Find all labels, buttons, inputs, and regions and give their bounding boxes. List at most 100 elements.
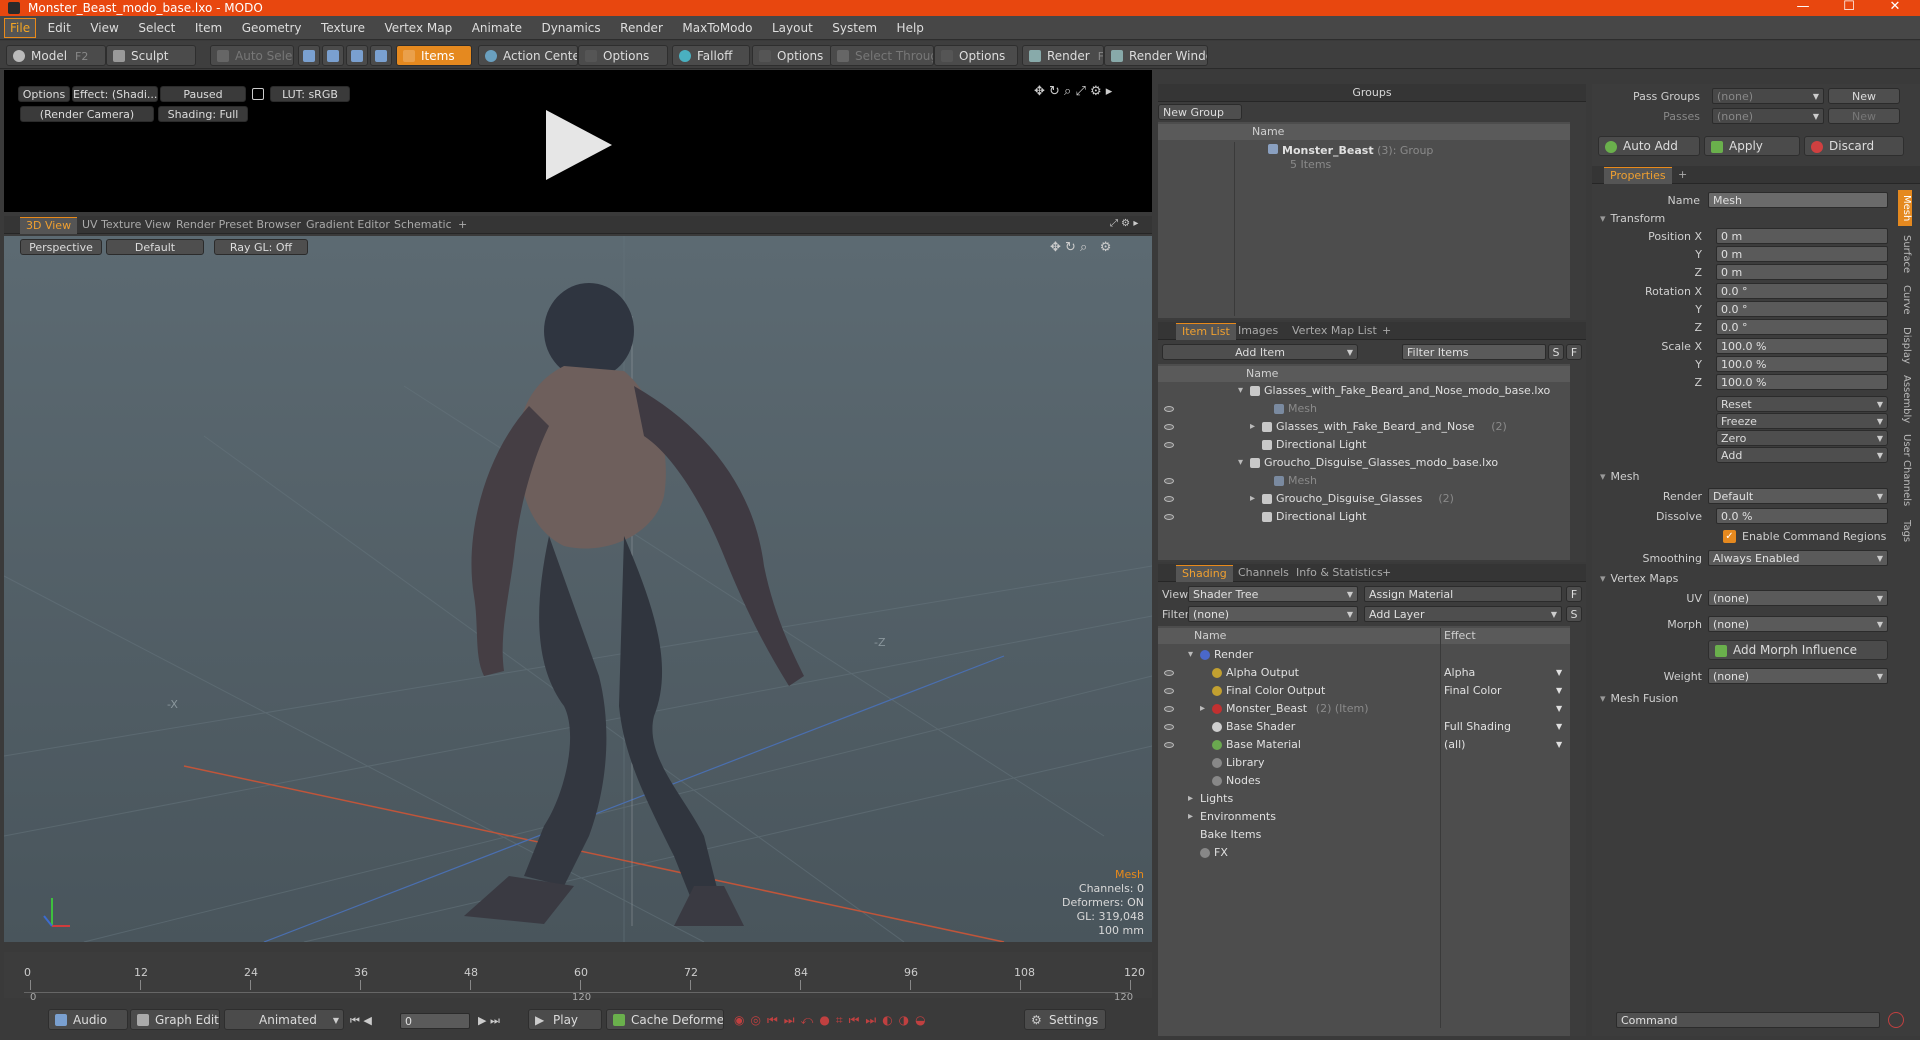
uv-dropdown[interactable]: (none) [1708, 590, 1888, 606]
transport-forward-icons[interactable]: ▶ ⏭ [478, 1014, 500, 1028]
side-tab-mesh[interactable]: Mesh [1898, 190, 1912, 226]
render-window-button[interactable]: Render Window [1104, 45, 1208, 66]
shader-tree-row[interactable]: ▸ Monster_Beast (2) (Item) ▼ [1158, 700, 1570, 718]
reset-dropdown[interactable]: Reset [1716, 396, 1888, 412]
item-list-row[interactable]: ▸ Glasses_with_Fake_Beard_and_Nose (2) [1158, 418, 1570, 436]
item-name-field[interactable]: Mesh [1708, 192, 1888, 208]
menu-help[interactable]: Help [889, 16, 932, 40]
timeline[interactable]: 0 12 24 36 48 60 72 84 96 108 120 0 120 120 [4, 952, 1152, 1003]
render-camera-dropdown[interactable]: (Render Camera) [20, 106, 154, 122]
auto-add-button[interactable]: Auto Add [1598, 136, 1700, 156]
rotation-z-field[interactable]: 0.0 ° [1716, 319, 1888, 335]
select-through-button[interactable]: Select Through [830, 45, 934, 66]
default-style-dropdown[interactable]: Default [106, 239, 204, 255]
menu-render[interactable]: Render [612, 16, 671, 40]
weight-dropdown[interactable]: (none) [1708, 668, 1888, 684]
item-list-row[interactable]: ▸ Groucho_Disguise_Glasses (2) [1158, 490, 1570, 508]
side-tab-tags[interactable]: Tags [1898, 514, 1912, 548]
shading-f-button[interactable]: F [1566, 586, 1582, 602]
expand-arrow-icon[interactable]: ▸ [1188, 808, 1193, 826]
shader-tree-row[interactable]: Final Color Output Final Color ▼ [1158, 682, 1570, 700]
position-x-field[interactable]: 0 m [1716, 228, 1888, 244]
tab-item-list[interactable]: Item List [1176, 323, 1236, 340]
new-pass-button[interactable]: New [1828, 108, 1900, 124]
preview-paused-button[interactable]: Paused [160, 86, 246, 102]
zero-dropdown[interactable]: Zero [1716, 430, 1888, 446]
morph-dropdown[interactable]: (none) [1708, 616, 1888, 632]
command-history-icon[interactable] [1888, 1012, 1904, 1028]
rotation-x-field[interactable]: 0.0 ° [1716, 283, 1888, 299]
shader-effect-dropdown[interactable]: (all) [1444, 736, 1560, 754]
tab-uv-texture-view[interactable]: UV Texture View [76, 217, 177, 234]
shader-tree-row[interactable]: FX [1158, 844, 1570, 862]
tab-3d-view[interactable]: 3D View [20, 217, 78, 234]
visibility-eye-icon[interactable] [1164, 688, 1174, 694]
items-mode-button[interactable]: Items [396, 45, 472, 66]
audio-button[interactable]: Audio [48, 1009, 128, 1030]
shader-effect-dropdown[interactable]: Alpha [1444, 664, 1560, 682]
menu-file[interactable]: File [4, 18, 37, 38]
shader-tree-row[interactable]: Base Shader Full Shading ▼ [1158, 718, 1570, 736]
mesh-fusion-section[interactable]: Mesh Fusion [1600, 692, 1679, 705]
visibility-eye-icon[interactable] [1164, 670, 1174, 676]
enable-command-regions-checkbox[interactable]: ✓ [1723, 530, 1736, 543]
chevron-down-icon[interactable]: ▼ [1556, 664, 1562, 682]
tab-gradient-editor[interactable]: Gradient Editor [300, 217, 396, 234]
vertices-mode-button[interactable] [298, 45, 320, 66]
add-tab-button[interactable]: + [1376, 565, 1397, 582]
graph-editor-button[interactable]: Graph Editor [130, 1009, 220, 1030]
shader-tree-row[interactable]: ▸ Environments [1158, 808, 1570, 826]
pass-groups-dropdown[interactable]: (none) [1712, 88, 1824, 104]
rotation-y-field[interactable]: 0.0 ° [1716, 301, 1888, 317]
menu-texture[interactable]: Texture [313, 16, 373, 40]
shader-tree-row[interactable]: Alpha Output Alpha ▼ [1158, 664, 1570, 682]
expand-arrow-icon[interactable]: ▸ [1250, 490, 1255, 508]
visibility-eye-icon[interactable] [1164, 742, 1174, 748]
item-list-row[interactable]: Mesh [1158, 400, 1570, 418]
keyframe-tools-icons[interactable]: ◉◎⏮⏭⤺●⌗⏮⏭◐◑◒ [734, 1013, 932, 1028]
polygons-mode-button[interactable] [346, 45, 368, 66]
preview-options-button[interactable]: Options [18, 86, 70, 102]
position-z-field[interactable]: 0 m [1716, 264, 1888, 280]
tab-schematic[interactable]: Schematic [388, 217, 458, 234]
expand-arrow-icon[interactable]: ▸ [1188, 790, 1193, 808]
current-frame-field[interactable]: 0 [400, 1013, 470, 1029]
auto-select-button[interactable]: Auto Select [210, 45, 294, 66]
minimize-button[interactable]: — [1780, 0, 1826, 16]
chevron-down-icon[interactable]: ▼ [1556, 736, 1562, 754]
expand-arrow-icon[interactable]: ▾ [1238, 382, 1243, 400]
tab-images[interactable]: Images [1232, 323, 1284, 340]
menu-maxtomodo[interactable]: MaxToModo [674, 16, 760, 40]
mesh-section[interactable]: Mesh [1600, 470, 1640, 483]
action-center-options-button[interactable]: Options [578, 45, 668, 66]
preview-view-controls-icon[interactable]: ✥ ↻ ⌕ ⤢ ⚙ ▸ [1034, 84, 1112, 99]
menu-geometry[interactable]: Geometry [234, 16, 310, 40]
position-y-field[interactable]: 0 m [1716, 246, 1888, 262]
expand-arrow-icon[interactable]: ▾ [1238, 454, 1243, 472]
sculpt-mode-button[interactable]: Sculpt [106, 45, 196, 66]
shading-s-button[interactable]: S [1566, 606, 1582, 622]
new-pass-group-button[interactable]: New [1828, 88, 1900, 104]
shader-tree-row[interactable]: Bake Items [1158, 826, 1570, 844]
play-button[interactable]: ▶ Play [528, 1009, 602, 1030]
item-list-s-button[interactable]: S [1548, 344, 1564, 360]
transform-section[interactable]: Transform [1600, 212, 1666, 225]
settings-button[interactable]: ⚙ Settings [1024, 1009, 1106, 1030]
shader-tree-row[interactable]: Nodes [1158, 772, 1570, 790]
perspective-dropdown[interactable]: Perspective [20, 239, 102, 255]
smoothing-dropdown[interactable]: Always Enabled [1708, 550, 1888, 566]
visibility-eye-icon[interactable] [1164, 406, 1174, 412]
model-mode-button[interactable]: Model F2 [6, 45, 106, 66]
chevron-down-icon[interactable]: ▼ [1556, 700, 1562, 718]
passes-dropdown[interactable]: (none) [1712, 108, 1824, 124]
animated-dropdown[interactable]: Animated [224, 1009, 344, 1030]
add-layer-dropdown[interactable]: Add Layer [1364, 606, 1562, 622]
expand-arrow-icon[interactable]: ▾ [1188, 646, 1193, 664]
tab-properties[interactable]: Properties [1604, 167, 1672, 184]
discard-button[interactable]: Discard [1804, 136, 1904, 156]
add-tab-button[interactable]: + [1672, 167, 1693, 184]
shader-view-dropdown[interactable]: Shader Tree [1188, 586, 1358, 602]
shading-dropdown[interactable]: Shading: Full [158, 106, 248, 122]
dissolve-field[interactable]: 0.0 % [1716, 508, 1888, 524]
vertex-maps-section[interactable]: Vertex Maps [1600, 572, 1679, 585]
